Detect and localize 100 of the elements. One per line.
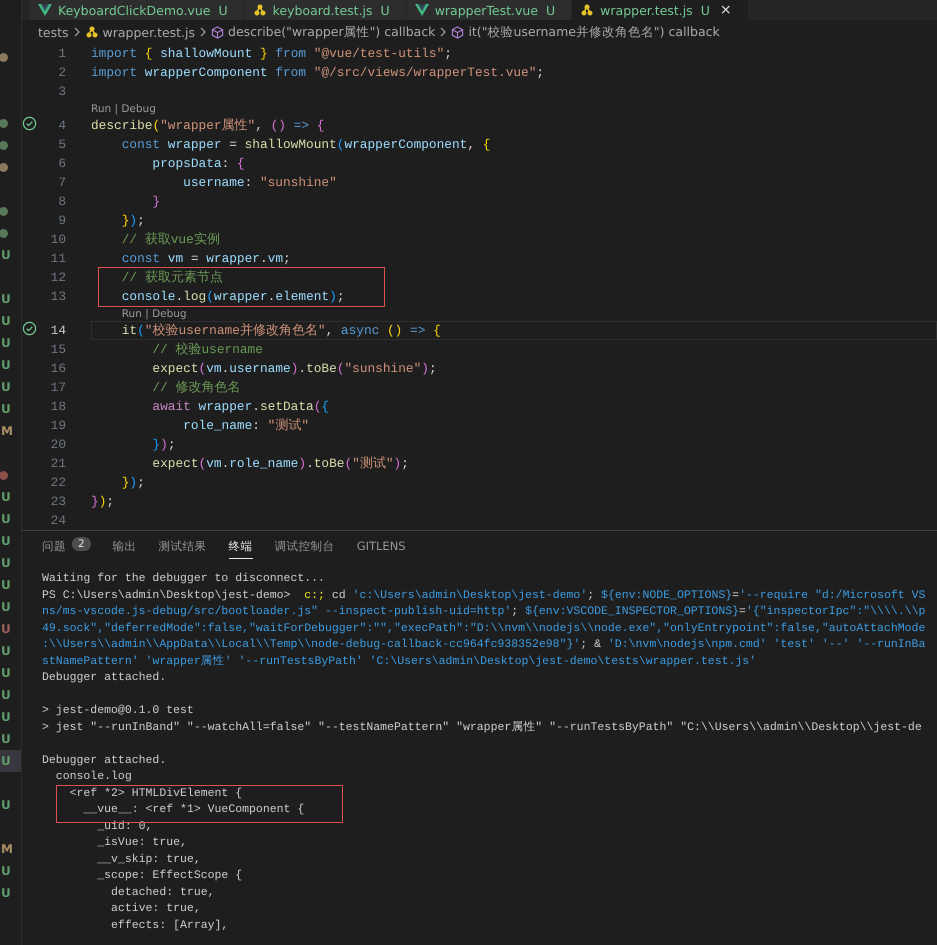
- code-line: });: [91, 494, 116, 509]
- line-number: 19: [50, 418, 66, 433]
- git-status-letter: U: [1, 644, 11, 658]
- line-number: 13: [50, 289, 66, 304]
- count-badge: 2: [72, 537, 91, 551]
- jest-file-icon: [580, 3, 594, 17]
- terminal-line: console.log: [54, 770, 132, 783]
- code-line: // 获取vue实例: [120, 231, 221, 248]
- git-status-letter: M: [1, 842, 13, 856]
- panel-tab[interactable]: 测试结果: [158, 539, 207, 559]
- line-number: 11: [50, 251, 66, 266]
- line-number: 5: [57, 137, 66, 152]
- breadcrumb-item[interactable]: tests: [38, 24, 69, 40]
- line-number: 3: [57, 84, 66, 99]
- line-number: 10: [50, 232, 66, 247]
- code-line: });: [120, 475, 146, 490]
- git-status-letter: U: [1, 380, 11, 394]
- panel-tab[interactable]: 调试控制台: [274, 539, 335, 559]
- chevron-icon: [199, 27, 208, 37]
- code-line: console.log(wrapper.element);: [120, 289, 346, 304]
- panel-tab[interactable]: 问题 2: [42, 539, 91, 559]
- git-status-letter: U: [1, 864, 11, 878]
- test-passed-icon[interactable]: [22, 116, 37, 131]
- code-line: }: [151, 194, 162, 209]
- line-number: 12: [50, 270, 66, 285]
- code-line: await wrapper.setData({: [151, 399, 330, 414]
- git-status-letter: U: [1, 886, 11, 900]
- line-number: 18: [50, 399, 66, 414]
- git-status-letter: U: [1, 622, 11, 636]
- breadcrumb-item[interactable]: wrapper.test.js: [102, 24, 196, 40]
- line-number: 8: [57, 194, 66, 209]
- close-icon[interactable]: ×: [720, 2, 732, 18]
- line-number: 6: [57, 156, 66, 171]
- terminal-line: Debugger attached.: [42, 671, 166, 684]
- code-line: import { shallowMount } from "@vue/test-utils";: [91, 46, 453, 61]
- terminal-line: stNamePattern' 'wrapper属性' '--runTestsByPath' 'C:\Users\admin\Desktop\jest-demo\tests\wrapper.test.js': [42, 654, 756, 668]
- line-number: 2: [57, 65, 66, 80]
- jest-file-icon: [84, 25, 99, 39]
- git-status-letter: U: [1, 556, 11, 570]
- code-line: propsData: {: [151, 156, 246, 171]
- code-line: const vm = wrapper.vm;: [120, 251, 292, 266]
- git-status-letter: U: [1, 314, 11, 328]
- line-number: 16: [50, 361, 66, 376]
- code-line: // 修改角色名: [151, 379, 242, 396]
- jest-file-icon: [252, 3, 267, 17]
- panel-tab[interactable]: GITLENS: [356, 539, 406, 559]
- terminal-line: > jest-demo@0.1.0 test: [42, 704, 194, 717]
- line-number: 23: [50, 494, 66, 509]
- breadcrumb-item[interactable]: it("校验username并修改角色名") callback: [468, 24, 720, 40]
- git-status-letter: U: [1, 490, 11, 504]
- git-status-letter: U: [1, 666, 11, 680]
- line-number: 22: [50, 475, 66, 490]
- terminal-line: 49.sock","deferredMode":false,"waitForDebugger":"","execPath":"D:\\nvm\\nodejs\\node.exe","onlyEntrypoint":false,"autoAttachMode: [42, 622, 926, 634]
- terminal-line: _scope: EffectScope {: [96, 869, 242, 882]
- git-status-letter: U: [1, 248, 11, 262]
- code-line: expect(vm.role_name).toBe("测试");: [151, 455, 410, 472]
- git-status-letter: U: [1, 402, 11, 416]
- git-status-letter: U: [1, 710, 11, 724]
- codelens-link[interactable]: Run | Debug: [122, 308, 187, 320]
- terminal-line: __vue__: <ref *1> VueComponent {: [82, 803, 304, 816]
- chevron-icon: [439, 27, 448, 37]
- chevron-icon: [72, 27, 81, 37]
- code-line: });: [120, 213, 146, 228]
- code-line: it("校验username并修改角色名", async () => {: [91, 321, 937, 340]
- git-status-letter: U: [1, 754, 11, 768]
- vue-logo-icon: [38, 4, 52, 16]
- test-passed-icon[interactable]: [22, 321, 37, 336]
- code-line: expect(vm.username).toBe("sunshine");: [151, 361, 438, 376]
- code-line: const wrapper = shallowMount(wrapperComponent, {: [120, 137, 492, 152]
- editor-tab[interactable]: wrapper.test.js U ×: [572, 0, 749, 20]
- panel-tab[interactable]: 输出: [112, 539, 137, 559]
- line-number: 21: [50, 456, 66, 471]
- git-status-letter: U: [1, 578, 11, 592]
- breadcrumb-item[interactable]: describe("wrapper属性") callback: [228, 24, 436, 40]
- line-number: 4: [57, 118, 66, 133]
- line-number: 15: [50, 342, 66, 357]
- git-status-letter: U: [1, 512, 11, 526]
- cube-icon: [451, 26, 464, 38]
- terminal-line: Debugger attached.: [42, 754, 166, 766]
- line-number: 24: [50, 513, 66, 528]
- terminal-line: :\\Users\\admin\\AppData\\Local\\Temp\\node-debug-callback-cc964fc938352e98"}'; & 'D:\nvm\nodejs\npm.cmd' 'test' '--' '--runInBa: [42, 638, 926, 651]
- code-line: });: [151, 437, 176, 452]
- editor-tab[interactable]: keyboard.test.js U: [244, 0, 407, 20]
- line-number: 9: [57, 213, 66, 228]
- terminal-line: __v_skip: true,: [96, 852, 201, 866]
- codelens-link[interactable]: Run | Debug: [91, 102, 156, 114]
- line-number: 20: [50, 437, 66, 452]
- code-line: role_name: "测试": [182, 417, 310, 434]
- terminal-line: active: true,: [110, 902, 201, 915]
- git-status-letter: U: [1, 534, 11, 548]
- line-number: 17: [50, 380, 66, 395]
- editor-tab[interactable]: wrapperTest.vue U: [406, 0, 572, 20]
- line-number: 14: [50, 323, 66, 338]
- editor-tab[interactable]: KeyboardClickDemo.vue U: [30, 0, 245, 20]
- code-line: username: "sunshine": [182, 175, 338, 190]
- git-status-letter: U: [1, 600, 11, 614]
- vue-logo-icon: [414, 4, 429, 16]
- code-line: import wrapperComponent from "@/src/views/wrapperTest.vue";: [91, 65, 546, 80]
- panel-tab[interactable]: 终端: [228, 539, 253, 559]
- terminal-line: > jest "--runInBand" "--watchAll=false" "--testNamePattern" "wrapper属性" "--runTestsByPath" "C:\\Users\\admin\\Desktop\\jest-de: [42, 720, 922, 734]
